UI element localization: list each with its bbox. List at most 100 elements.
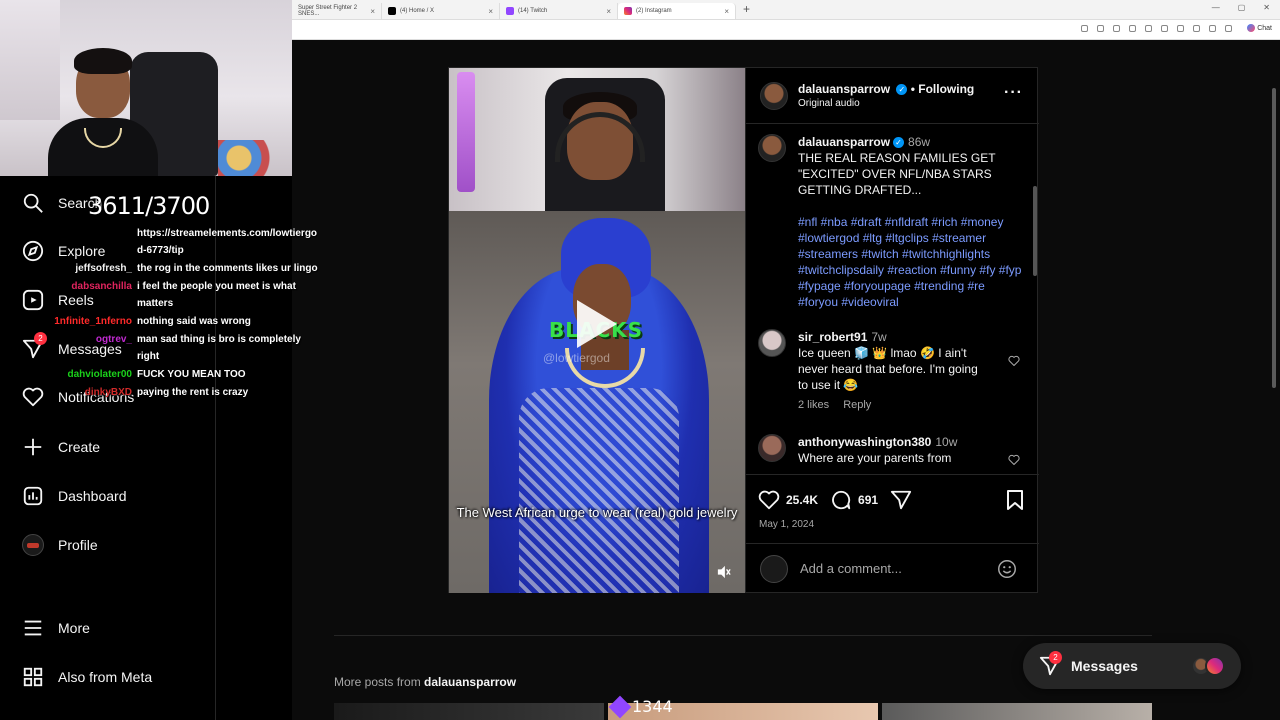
comment-time: 7w — [871, 330, 887, 344]
more-posts-username[interactable]: dalauansparrow — [424, 675, 516, 689]
twitch-logo-icon — [506, 7, 514, 15]
favorite-star-icon[interactable] — [1129, 25, 1136, 32]
search-icon — [23, 193, 43, 213]
bits-alert: 1344 — [608, 695, 673, 718]
author-avatar[interactable] — [760, 82, 788, 110]
extension-icon[interactable] — [1081, 25, 1088, 32]
caption-username[interactable]: dalauansparrow — [798, 135, 890, 149]
copilot-icon — [1247, 24, 1256, 32]
close-window-icon[interactable]: ✕ — [1263, 3, 1270, 12]
follow-state[interactable]: • Following — [911, 82, 975, 96]
split-screen-icon[interactable] — [1161, 25, 1168, 32]
chat-username: dinkyBXD — [84, 387, 132, 398]
sidebar-item-more[interactable]: More — [22, 617, 90, 639]
reel-video[interactable]: BLACKS @lowtiergod The West African urge… — [449, 68, 745, 593]
chat-message: right — [137, 351, 160, 362]
commenter-username[interactable]: sir_robert91 — [798, 330, 867, 344]
author-username[interactable]: dalauansparrow — [798, 82, 890, 96]
like-heart-icon[interactable] — [758, 489, 780, 511]
more-options-icon[interactable]: ··· — [1004, 84, 1023, 102]
webcam-rug — [218, 140, 288, 176]
refresh-icon[interactable] — [1145, 25, 1152, 32]
chat-message: FUCK YOU MEAN TOO — [137, 369, 246, 380]
chat-message: man sad thing is bro is completely — [137, 334, 301, 345]
bookmark-icon[interactable] — [1005, 489, 1025, 511]
share-send-icon[interactable] — [890, 489, 912, 511]
caption-text: THE REAL REASON FAMILIES GET "EXCITED" O… — [798, 151, 996, 197]
sidebar-item-create[interactable]: Create — [22, 436, 100, 458]
mute-icon[interactable] — [717, 565, 731, 579]
emoji-icon[interactable] — [996, 558, 1018, 580]
toolbar-icons — [1081, 25, 1232, 32]
comment-time: 10w — [935, 435, 958, 449]
chat-username: 1nfinite_1nferno — [54, 316, 132, 327]
comment-input[interactable] — [800, 561, 990, 576]
goal-counter: 3611/3700 — [88, 192, 210, 220]
commenter-avatar[interactable] — [758, 434, 786, 462]
chat-message: the rog in the comments likes ur lingo — [137, 263, 318, 274]
address-bar[interactable]: Chat — [292, 20, 1280, 40]
tab-title: (14) Twitch — [518, 8, 548, 14]
verified-badge-icon: ✓ — [896, 84, 908, 96]
commenter-avatar[interactable] — [758, 329, 786, 357]
meta-apps-icon — [23, 667, 43, 687]
comment-like-heart-icon[interactable] — [1008, 454, 1020, 466]
post-date: May 1, 2024 — [759, 519, 815, 530]
sidebar-item-dashboard[interactable]: Dashboard — [22, 485, 127, 507]
minimize-icon[interactable]: — — [1212, 3, 1220, 12]
commenter-username[interactable]: anthonywashington380 — [798, 435, 931, 449]
messages-floating-button[interactable]: 2 Messages — [1023, 643, 1241, 689]
close-tab-icon[interactable]: × — [606, 7, 611, 16]
instagram-logo-icon — [1205, 656, 1225, 676]
new-tab-button[interactable]: + — [743, 2, 750, 16]
caption-hashtags[interactable]: #nfl #nba #draft #nfldraft #rich #money … — [798, 214, 1028, 310]
comment-bubble-icon[interactable] — [830, 489, 852, 511]
video-subtitle: The West African urge to wear (real) gol… — [456, 505, 738, 520]
instagram-logo-icon — [624, 7, 632, 15]
post-actions: 25.4K 691 May 1, 2024 — [746, 474, 1039, 544]
play-icon[interactable] — [577, 300, 617, 348]
sidebar-item-explore[interactable]: Explore — [22, 240, 105, 262]
close-tab-icon[interactable]: × — [724, 7, 729, 16]
verified-badge-icon: ✓ — [893, 137, 905, 149]
sidebar-item-reels[interactable]: Reels — [22, 289, 94, 311]
chat-message: i feel the people you meet is what — [137, 281, 296, 292]
reply-button[interactable]: Reply — [843, 399, 871, 411]
zoom-icon[interactable] — [1097, 25, 1104, 32]
likes-count[interactable]: 25.4K — [786, 493, 818, 507]
tab-twitch[interactable]: (14) Twitch × — [500, 3, 618, 19]
favorites-icon[interactable] — [1177, 25, 1184, 32]
messages-badge: 2 — [1049, 651, 1062, 664]
author-avatar[interactable] — [758, 134, 786, 162]
tab-x-home[interactable]: (4) Home / X × — [382, 3, 500, 19]
chat-message: https://streamelements.com/lowtiergo — [137, 228, 318, 239]
tab-instagram[interactable]: (2) Instagram × — [618, 3, 736, 19]
comments-scrollbar[interactable] — [1033, 186, 1037, 276]
maximize-icon[interactable]: ▢ — [1238, 3, 1246, 12]
dashboard-icon — [23, 486, 43, 506]
read-aloud-icon[interactable] — [1113, 25, 1120, 32]
post-thumbnail[interactable] — [882, 703, 1152, 720]
page-scrollbar[interactable] — [1272, 88, 1276, 388]
close-tab-icon[interactable]: × — [370, 7, 375, 16]
original-audio-link[interactable]: Original audio — [798, 98, 860, 109]
settings-menu-icon[interactable] — [1225, 25, 1232, 32]
reels-icon — [22, 289, 44, 311]
comment-like-heart-icon[interactable] — [1008, 355, 1020, 367]
video-top-frame — [449, 68, 745, 211]
comments-pane: dalauansparrow ✓ • Following Original au… — [745, 68, 1039, 593]
comment-likes[interactable]: 2 likes — [798, 399, 829, 411]
post-thumbnail[interactable] — [334, 703, 604, 720]
profile-icon[interactable] — [1209, 25, 1216, 32]
tab-title: (4) Home / X — [400, 8, 435, 14]
more-posts-heading: More posts from dalauansparrow — [334, 675, 517, 689]
hamburger-menu-icon — [24, 620, 42, 636]
chat-username: dahviolater00 — [67, 369, 132, 380]
tab-street-fighter[interactable]: Super Street Fighter 2 SNES... × — [292, 3, 382, 19]
collections-icon[interactable] — [1193, 25, 1200, 32]
sidebar-item-also-from-meta[interactable]: Also from Meta — [22, 666, 152, 688]
copilot-chat-button[interactable]: Chat — [1247, 24, 1272, 32]
close-tab-icon[interactable]: × — [488, 7, 493, 16]
sidebar-item-profile[interactable]: Profile — [22, 534, 98, 556]
bits-gem-icon — [608, 695, 632, 718]
